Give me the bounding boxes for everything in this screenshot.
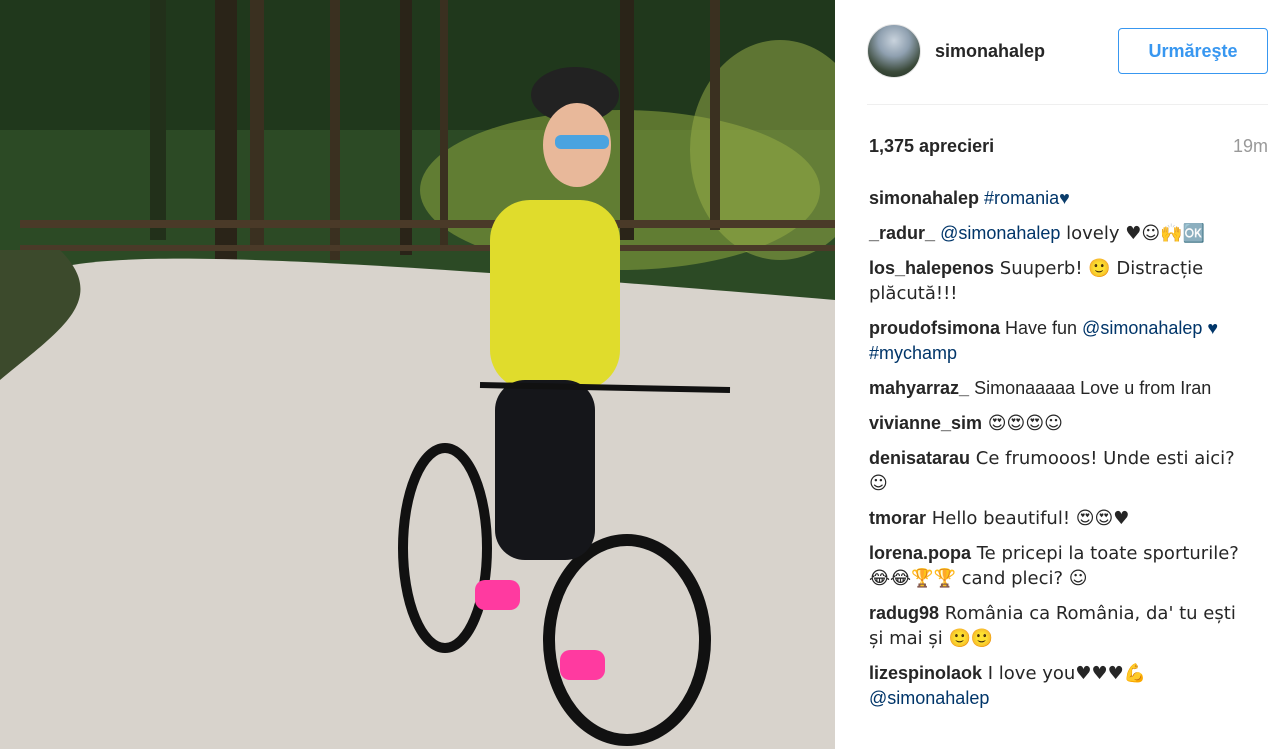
comment-username[interactable]: vivianne_sim [869, 413, 982, 433]
comment-username[interactable]: tmorar [869, 508, 926, 528]
comment-text: Simonaaaaa Love u from Iran [969, 378, 1212, 398]
post-time[interactable]: 19m [1233, 136, 1268, 157]
comment-username[interactable]: proudofsimona [869, 318, 1000, 338]
author-username[interactable]: simonahalep [935, 41, 1045, 62]
comment-text: Have fun [1000, 318, 1083, 338]
comment-username[interactable]: simonahalep [869, 188, 979, 208]
comment-text: I love you♥♥♥💪 [982, 663, 1147, 684]
comment-item: tmorar Hello beautiful! 😍😍♥ [869, 506, 1249, 531]
comment-username[interactable]: denisatarau [869, 448, 970, 468]
comment-username[interactable]: _radur_ [869, 223, 935, 243]
heart-icon: ♥ [1059, 188, 1070, 208]
comment-text: Hello beautiful! 😍😍♥ [926, 508, 1130, 529]
comment-item: proudofsimona Have fun @simonahalep ♥ #m… [869, 316, 1249, 366]
comment-item: los_halepenos Suuperb! 🙂 Distracție plăc… [869, 256, 1249, 306]
photo-illustration [0, 0, 835, 749]
comment-item: vivianne_sim 😍😍😍☺ [869, 411, 1249, 436]
comment-username[interactable]: lorena.popa [869, 543, 971, 563]
comment-item: mahyarraz_ Simonaaaaa Love u from Iran [869, 376, 1249, 401]
comment-item: simonahalep #romania♥ [869, 186, 1249, 211]
avatar[interactable] [867, 24, 921, 78]
likes-count[interactable]: 1,375 aprecieri [869, 136, 994, 157]
comment-hashtag[interactable]: #romania [984, 188, 1059, 208]
post-photo[interactable] [0, 0, 835, 749]
comment-item: _radur_ @simonahalep lovely ♥☺🙌🆗 [869, 221, 1249, 246]
comment-mention[interactable]: @simonahalep [869, 688, 989, 708]
comment-item: denisatarau Ce frumooos! Unde esti aici?… [869, 446, 1249, 496]
comment-item: lorena.popa Te pricepi la toate sporturi… [869, 541, 1249, 591]
comment-username[interactable]: lizespinolaok [869, 663, 982, 683]
comment-mention[interactable]: @simonahalep [940, 223, 1060, 243]
comment-item: lizespinolaok I love you♥♥♥💪 @simonahalep [869, 661, 1249, 711]
comments-list: simonahalep #romania♥ _radur_ @simonahal… [869, 186, 1249, 721]
post-sidebar: simonahalep Urmăreşte 1,375 aprecieri 19… [835, 0, 1280, 749]
comment-text: lovely ♥☺🙌🆗 [1060, 223, 1205, 244]
comment-text: 😍😍😍☺ [982, 413, 1063, 434]
post-header: simonahalep Urmăreşte [867, 20, 1268, 84]
comment-username[interactable]: los_halepenos [869, 258, 994, 278]
comment-item: radug98 România ca România, da' tu ești … [869, 601, 1249, 651]
comment-username[interactable]: mahyarraz_ [869, 378, 969, 398]
header-divider [867, 104, 1268, 105]
likes-row: 1,375 aprecieri 19m [867, 136, 1268, 160]
comment-username[interactable]: radug98 [869, 603, 939, 623]
follow-button[interactable]: Urmăreşte [1118, 28, 1268, 74]
comment-mention[interactable]: @simonahalep [1082, 318, 1202, 338]
